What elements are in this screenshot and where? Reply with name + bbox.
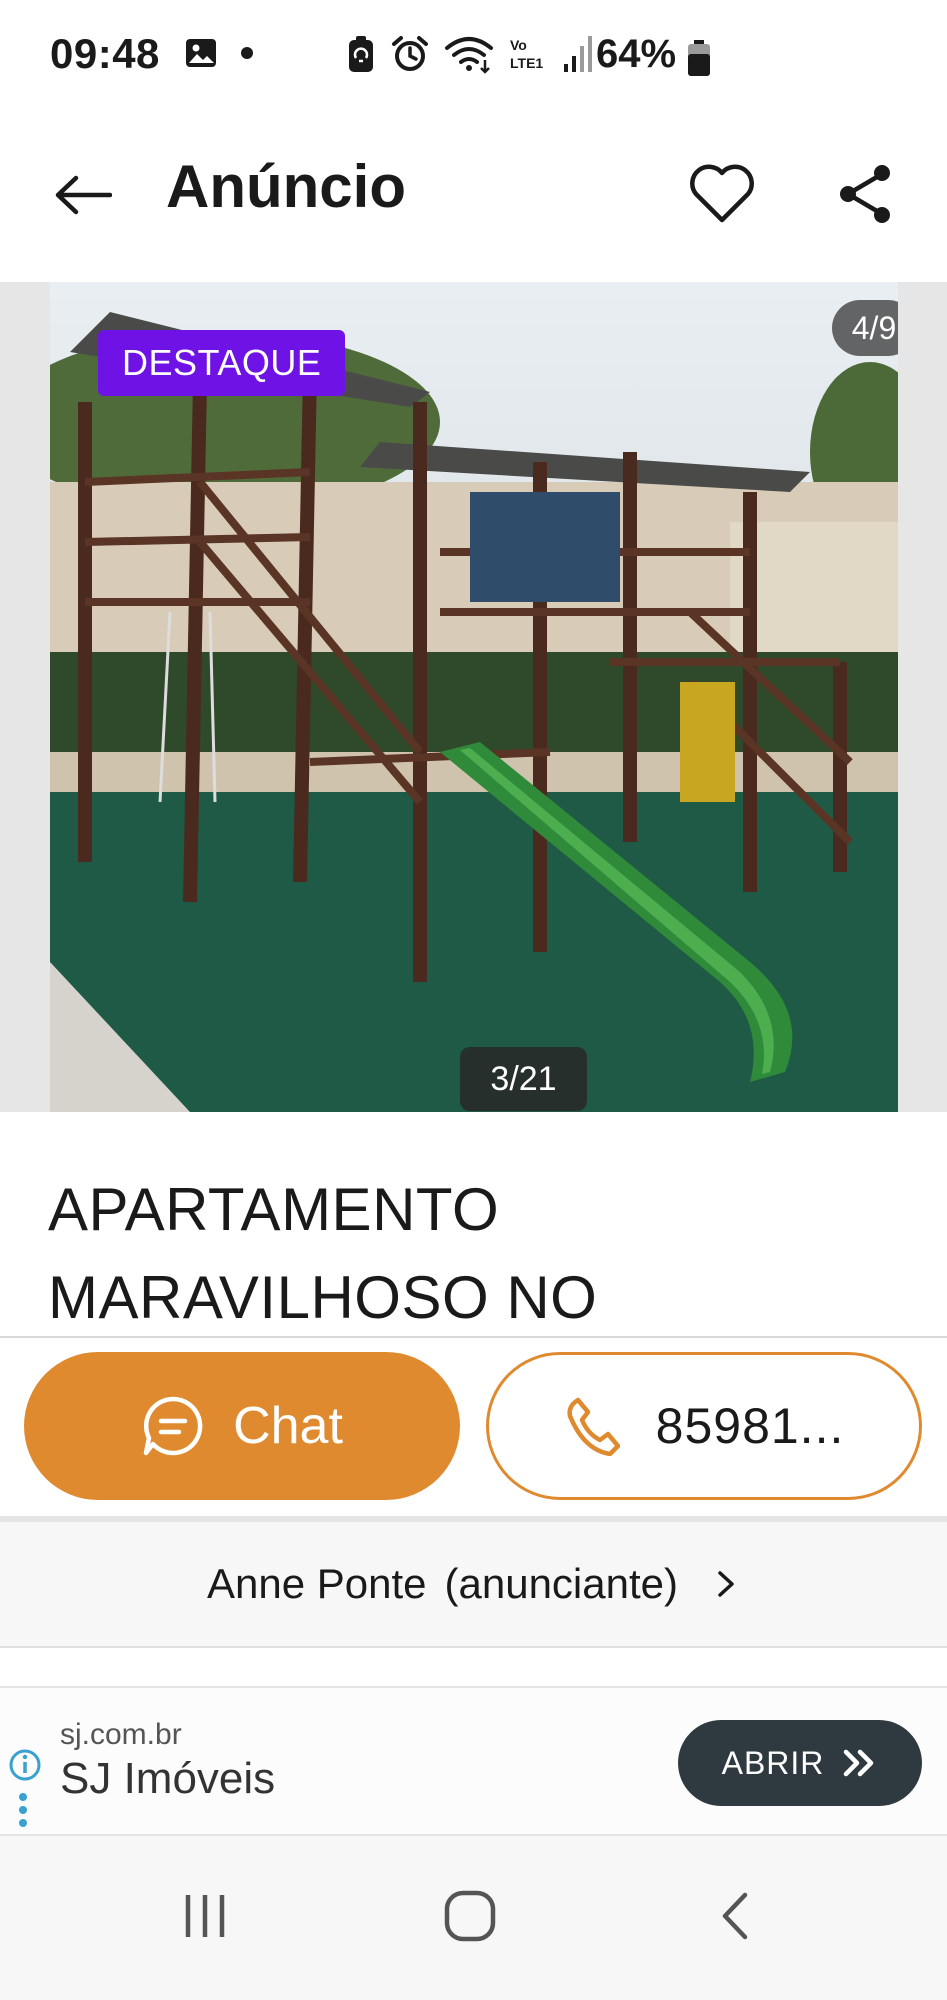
nav-back-button[interactable] bbox=[690, 1876, 780, 1956]
app-bar: Anúncio bbox=[0, 112, 947, 282]
phone-number: 85981... bbox=[655, 1398, 845, 1454]
chat-button[interactable]: Chat bbox=[24, 1352, 460, 1500]
photo-gallery[interactable]: DESTAQUE 4/9 3/21 bbox=[0, 282, 947, 1112]
sponsor-domain: sj.com.br bbox=[60, 1718, 182, 1751]
ad-counter: 4/9 bbox=[832, 300, 898, 356]
playground-photo bbox=[50, 282, 898, 1112]
recent-apps-icon bbox=[185, 1895, 225, 1937]
open-button[interactable]: ABRIR bbox=[678, 1720, 922, 1806]
chat-bubble-icon bbox=[143, 1396, 203, 1456]
photo-counter: 3/21 bbox=[460, 1047, 587, 1111]
home-icon bbox=[444, 1890, 496, 1942]
more-options-icon[interactable] bbox=[18, 1792, 28, 1828]
home-button[interactable] bbox=[425, 1876, 515, 1956]
listing-title-line2: MARAVILHOSO NO bbox=[48, 1264, 598, 1331]
battery-icon bbox=[688, 40, 710, 76]
phone-icon bbox=[567, 1397, 620, 1456]
heart-icon bbox=[690, 164, 754, 223]
back-button[interactable] bbox=[50, 162, 116, 228]
listing-title: APARTAMENTO MARAVILHOSO NO bbox=[48, 1166, 908, 1342]
share-icon bbox=[840, 165, 890, 223]
back-arrow-icon bbox=[55, 175, 112, 215]
chevron-right-icon bbox=[718, 1571, 734, 1597]
signal-icon bbox=[564, 36, 592, 72]
wifi-icon bbox=[445, 37, 493, 74]
advertiser-link[interactable]: Anne Ponte (anunciante) bbox=[0, 1516, 947, 1648]
svg-text:LTE1: LTE1 bbox=[510, 55, 543, 71]
advertiser-name: Anne Ponte bbox=[207, 1560, 427, 1607]
sponsored-banner[interactable]: sj.com.br SJ Imóveis ABRIR bbox=[0, 1686, 947, 1836]
info-icon[interactable] bbox=[8, 1748, 42, 1782]
recent-apps-button[interactable] bbox=[160, 1876, 250, 1956]
status-bar: 09:48 Vo LTE1 64% bbox=[0, 0, 947, 112]
gallery-icon bbox=[186, 39, 216, 67]
volte-icon: Vo LTE1 bbox=[510, 37, 543, 71]
chat-label: Chat bbox=[233, 1397, 343, 1455]
contact-action-bar: Chat 85981... bbox=[0, 1336, 947, 1516]
system-nav-bar bbox=[0, 1836, 947, 2000]
back-icon bbox=[722, 1892, 748, 1940]
advertiser-role: (anunciante) bbox=[444, 1560, 678, 1607]
share-button[interactable] bbox=[830, 156, 900, 232]
status-time: 09:48 bbox=[50, 30, 160, 77]
battery-percent: 64% bbox=[596, 32, 677, 76]
listing-title-line1: APARTAMENTO bbox=[48, 1176, 500, 1243]
listing-photo[interactable]: DESTAQUE 4/9 3/21 bbox=[50, 282, 898, 1112]
featured-badge: DESTAQUE bbox=[98, 330, 346, 396]
dot-icon bbox=[241, 47, 253, 59]
alarm-icon bbox=[392, 36, 428, 71]
battery-saver-icon bbox=[349, 36, 373, 72]
page-title: Anúncio bbox=[166, 153, 406, 220]
svg-text:Vo: Vo bbox=[510, 37, 527, 53]
open-button-label: ABRIR bbox=[721, 1744, 825, 1781]
double-chevron-icon bbox=[844, 1749, 874, 1777]
favorite-button[interactable] bbox=[684, 156, 760, 232]
phone-button[interactable]: 85981... bbox=[486, 1352, 922, 1500]
sponsor-name: SJ Imóveis bbox=[60, 1754, 276, 1803]
